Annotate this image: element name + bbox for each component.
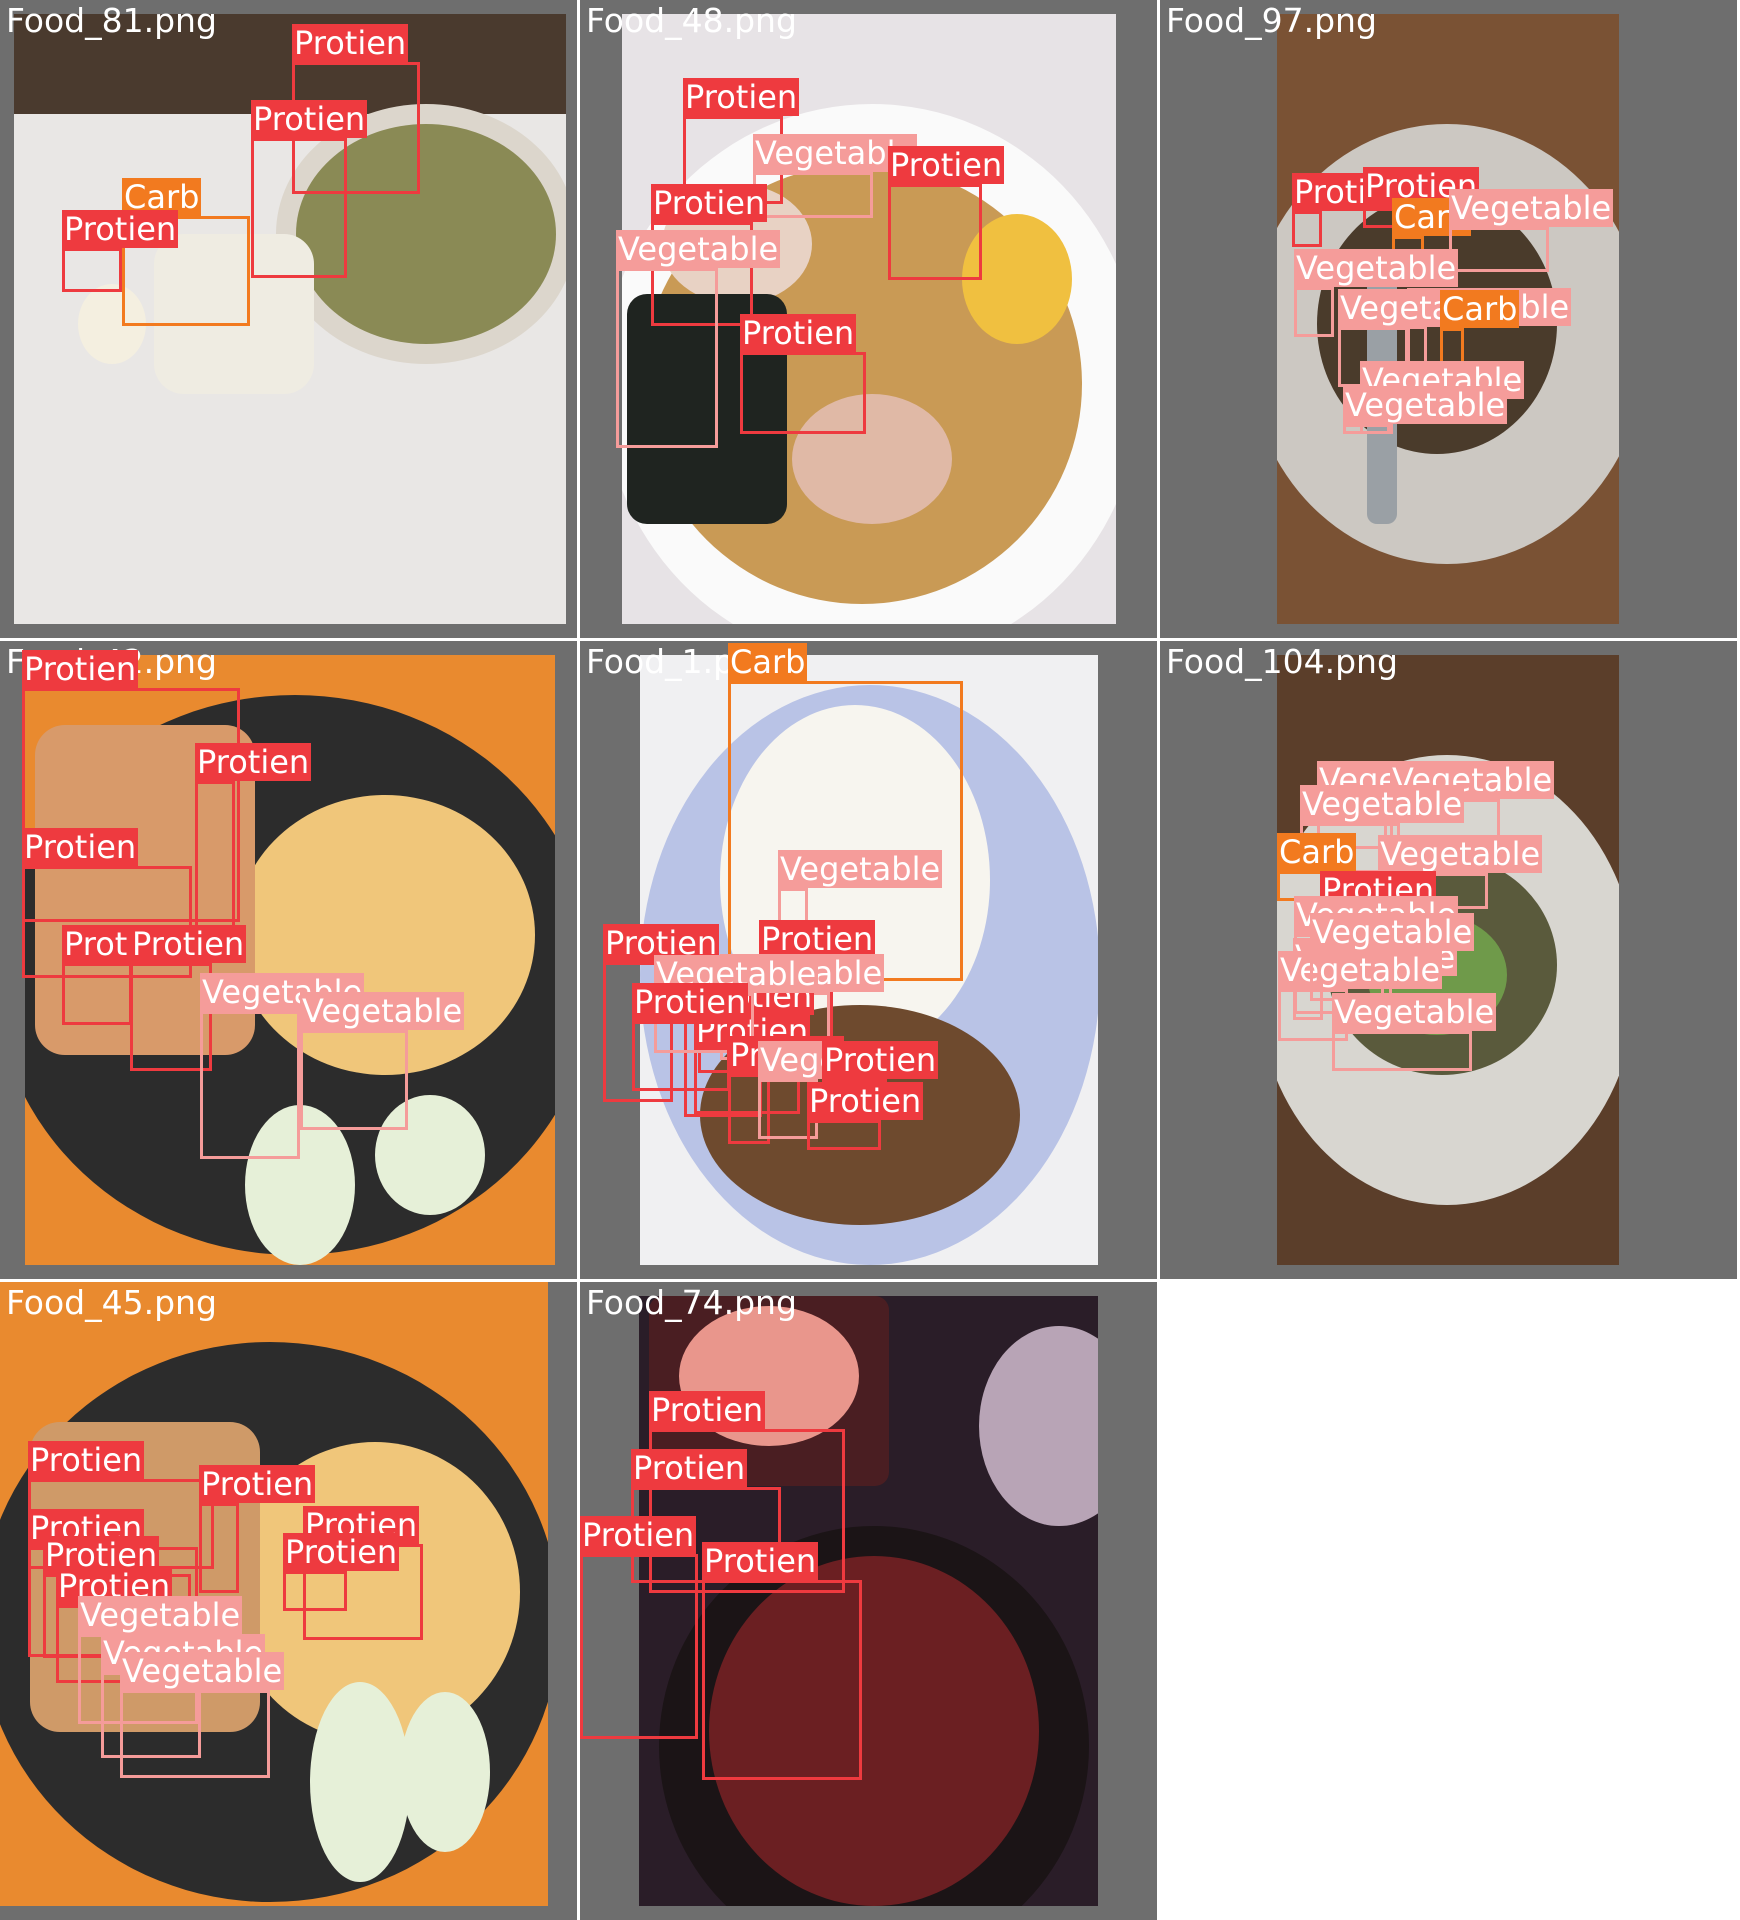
tile: Food_1.png Carb Vegetable Protien Protien Pro… — [580, 641, 1157, 1279]
detection-box — [120, 1690, 270, 1778]
detection-label: Protien — [740, 314, 857, 352]
detection-box — [580, 1554, 698, 1739]
detection-box — [1407, 326, 1427, 364]
detection-label: Protien — [759, 920, 876, 958]
detection-box — [1440, 328, 1464, 364]
detection-box — [807, 1120, 881, 1150]
detection-box — [251, 138, 347, 278]
detection-label: Vegetable — [1300, 785, 1465, 823]
tile-filename: Food_48.png — [586, 1, 797, 40]
detection-label: Protien — [807, 1082, 924, 1120]
detection-label: Vegetable — [778, 850, 943, 888]
detection-label: Protien — [580, 1516, 697, 1554]
detection-label: Protien — [130, 925, 247, 963]
detection-label: Protien — [28, 1441, 145, 1479]
scene-shape — [310, 1682, 410, 1882]
detection-box — [1449, 227, 1549, 272]
detection-label: Vegetable — [120, 1652, 285, 1690]
detection-label: Vegetable — [616, 230, 781, 268]
tile: Food_104.png Vegetable Vegetable Vegetable C… — [1160, 641, 1737, 1279]
detection-label: Carb — [728, 643, 808, 681]
detection-label: Protien — [632, 983, 749, 1021]
detection-box — [283, 1571, 347, 1611]
detection-label: Protien — [195, 743, 312, 781]
detection-box — [740, 352, 866, 434]
detection-box — [300, 1030, 408, 1130]
tile: Food_97.png Protien Protien Carb Vegetable Ve… — [1160, 0, 1737, 638]
detection-label: Carb — [1277, 833, 1357, 871]
detection-label: Protien — [683, 78, 800, 116]
scene-shape — [400, 1692, 490, 1852]
tile: Food_81.png Protien Protien Carb Protien — [0, 0, 577, 638]
detection-label: Protien — [199, 1465, 316, 1503]
detection-label: Vegetable — [1332, 993, 1497, 1031]
detection-box — [753, 172, 873, 218]
detection-label: Protien — [62, 210, 179, 248]
detection-label: Vegetable — [78, 1596, 243, 1634]
detection-label: Protien — [283, 1533, 400, 1571]
detection-label: Protien — [631, 1449, 748, 1487]
detection-label: Vegetable — [300, 992, 465, 1030]
tile: Food_45.png Protien Protien Protien Protien P… — [0, 1282, 577, 1920]
detection-label: Protien — [22, 650, 139, 688]
tile: Food_74.png Protien Protien Protien Protien — [580, 1282, 1157, 1920]
tile-filename: Food_104.png — [1166, 642, 1398, 681]
detection-label: Vegetable — [1378, 835, 1543, 873]
detection-label: Vegetable — [1310, 913, 1475, 951]
tile-filename: Food_74.png — [586, 1283, 797, 1322]
detection-label: Protien — [651, 184, 768, 222]
tile-filename: Food_97.png — [1166, 1, 1377, 40]
detection-box — [1343, 424, 1393, 434]
detection-label: Protien — [292, 24, 409, 62]
detection-label: Protien — [649, 1391, 766, 1429]
detection-label: Protien — [888, 146, 1005, 184]
detection-box — [200, 1011, 300, 1159]
detection-label: Vegetable — [1343, 386, 1508, 424]
detection-mosaic: Food_81.png Protien Protien Carb Protien Food… — [0, 0, 1740, 1920]
detection-box — [1294, 287, 1334, 337]
tile-filename: Food_81.png — [6, 1, 217, 40]
tile-filename: Food_45.png — [6, 1283, 217, 1322]
detection-box — [888, 184, 982, 280]
scene-shape — [979, 1326, 1098, 1526]
detection-label: Carb — [1440, 290, 1520, 328]
detection-box — [62, 963, 132, 1025]
detection-box — [702, 1580, 862, 1780]
detection-label: Protien — [822, 1041, 939, 1079]
detection-label: Protien — [251, 100, 368, 138]
detection-box — [616, 268, 718, 448]
detection-box — [1292, 211, 1322, 247]
tile: Food_48.png Protien Vegetable Protien Protie… — [580, 0, 1157, 638]
detection-box — [632, 1021, 730, 1091]
detection-label: Protien — [702, 1542, 819, 1580]
detection-label: Vegetable — [1449, 189, 1614, 227]
detection-label: Vegetable — [1294, 249, 1459, 287]
detection-box — [199, 1503, 239, 1593]
detection-box — [1332, 1031, 1472, 1071]
detection-box — [62, 248, 122, 292]
tile: Food_42.pngProtienProtienProtienProtienP… — [0, 641, 577, 1279]
detection-label: Protien — [22, 828, 139, 866]
